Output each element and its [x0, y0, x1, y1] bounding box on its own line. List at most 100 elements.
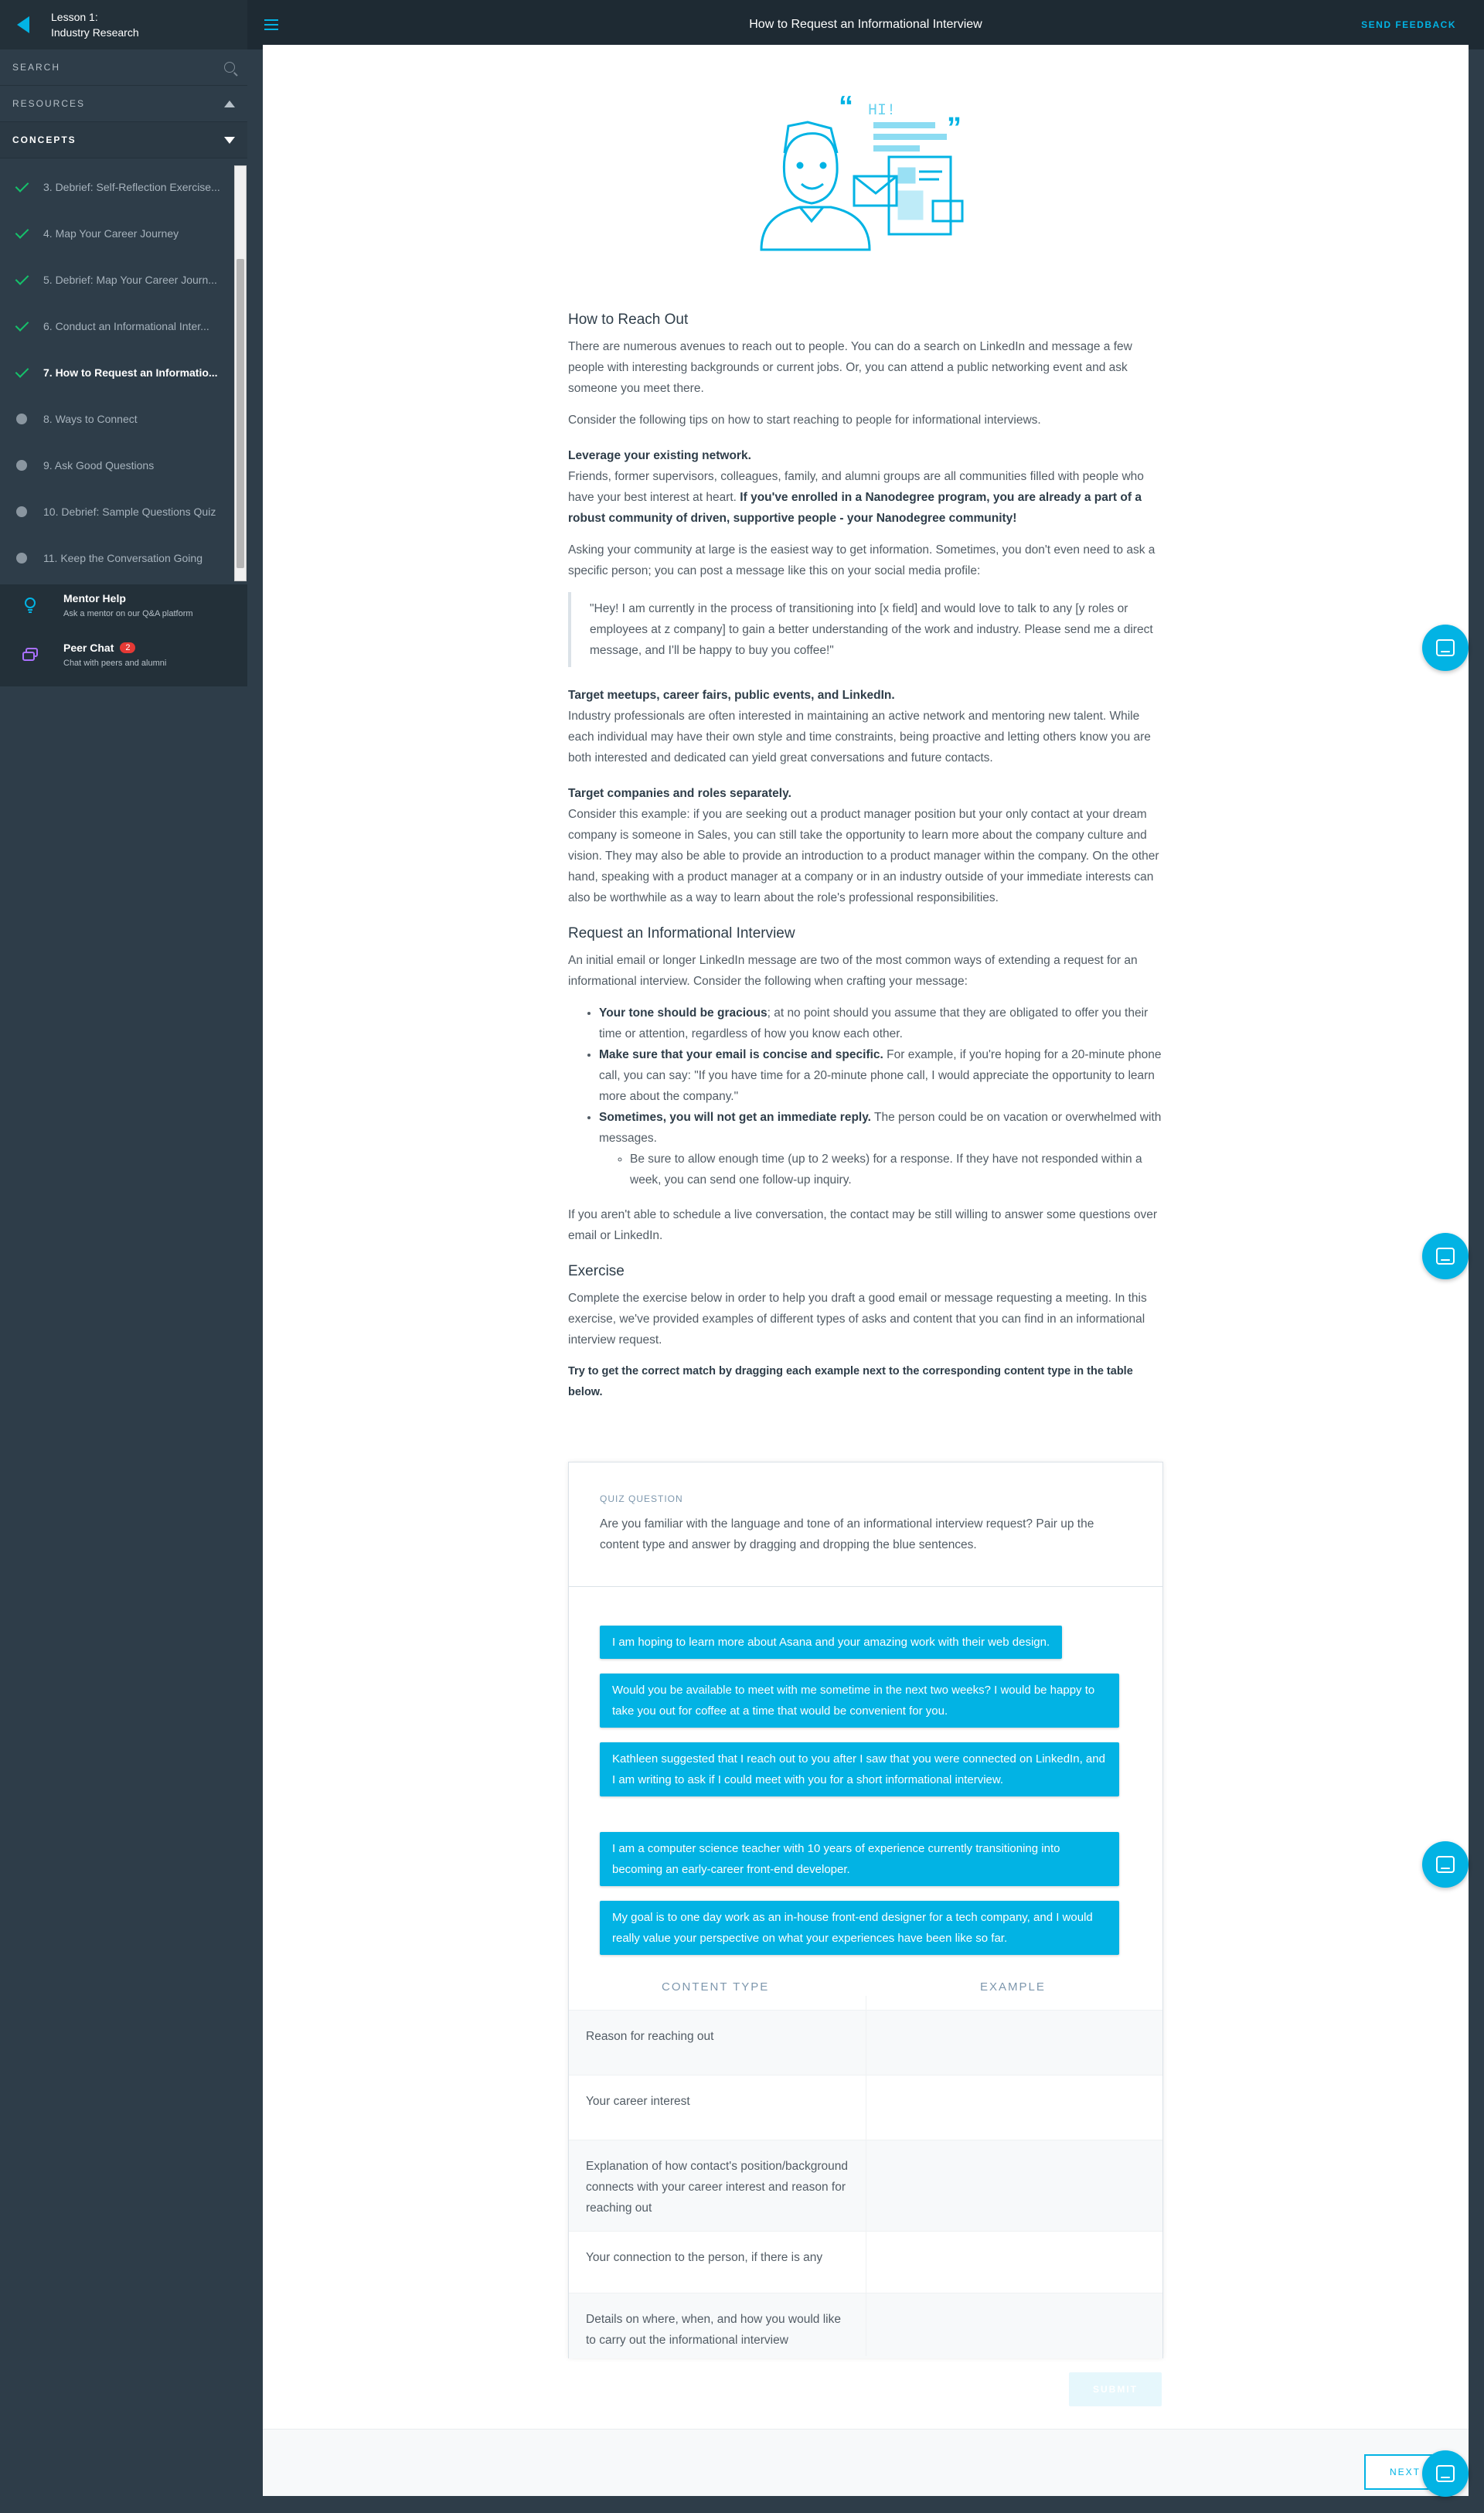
paragraph: There are numerous avenues to reach out … [568, 340, 1132, 395]
paragraph: Asking your community at large is the ea… [568, 543, 1156, 577]
expand-down-icon [224, 136, 235, 144]
concept-item[interactable]: 9. Ask Good Questions [0, 442, 247, 489]
concept-item-active[interactable]: 7. How to Request an Informatio... [0, 349, 247, 396]
sidebar: Lesson 1: Industry Research SEARCH RESOU… [0, 0, 247, 2513]
concept-item[interactable]: 6. Conduct an Informational Inter... [0, 303, 247, 349]
send-feedback-link[interactable]: SEND FEEDBACK [1361, 19, 1456, 30]
list-item: Make sure that your email is concise and… [599, 1044, 1163, 1107]
top-bar: How to Request an Informational Intervie… [247, 0, 1484, 49]
paragraph: Friends, former supervisors, colleagues,… [568, 470, 1144, 525]
paragraph: Complete the exercise below in order to … [568, 1292, 1147, 1347]
list-item: Your tone should be gracious; at no poin… [599, 1003, 1163, 1044]
content-type-cell: Your connection to the person, if there … [586, 2251, 823, 2264]
collapse-up-icon [224, 100, 235, 107]
incomplete-dot-icon [16, 506, 27, 517]
content-panel: “ HI! ” How to Reach Out There are numer… [263, 45, 1469, 2495]
draggable-answer[interactable]: My goal is to one day work as an in-hous… [600, 1901, 1119, 1955]
chat-icon [1436, 1856, 1455, 1873]
instruction: Try to get the correct match by dragging… [568, 1365, 1133, 1398]
peer-chat-title: Peer Chat 2 [63, 642, 166, 654]
subheading: Target meetups, career fairs, public eve… [568, 689, 895, 702]
unread-badge: 2 [120, 642, 136, 653]
resources-toggle[interactable]: RESOURCES [0, 86, 247, 122]
concept-item[interactable]: 4. Map Your Career Journey [0, 210, 247, 257]
column-header-content-type: CONTENT TYPE [662, 1980, 770, 1994]
footer-strip: NEXT [263, 2429, 1469, 2496]
subheading: Leverage your existing network. [568, 449, 751, 462]
mentor-help-link[interactable]: Mentor Help Ask a mentor on our Q&A plat… [0, 584, 247, 634]
page-title: How to Request an Informational Intervie… [749, 18, 982, 31]
article-body: How to Reach Out There are numerous aven… [568, 312, 1163, 1414]
concept-scrollbar[interactable] [234, 165, 247, 581]
paragraph: Industry professionals are often interes… [568, 710, 1151, 764]
content-type-cell: Explanation of how contact's position/ba… [586, 2160, 849, 2215]
incomplete-dot-icon [16, 460, 27, 471]
mentor-help-subtitle: Ask a mentor on our Q&A platform [63, 609, 193, 618]
paragraph: If you aren't able to schedule a live co… [568, 1208, 1157, 1242]
hi-bubble-text: HI! [868, 102, 896, 120]
search-row[interactable]: SEARCH [0, 49, 247, 86]
check-icon [15, 271, 29, 285]
quiz-card: QUIZ QUESTION Are you familiar with the … [568, 1462, 1163, 2358]
greeting-illustration: “ HI! ” [760, 91, 964, 251]
paragraph: Consider the following tips on how to st… [568, 414, 1041, 427]
svg-text:“: “ [839, 91, 853, 123]
draggable-answer[interactable]: I am a computer science teacher with 10 … [600, 1832, 1119, 1886]
tips-list: Your tone should be gracious; at no poin… [568, 1003, 1163, 1190]
subheading: Target companies and roles separately. [568, 787, 791, 800]
check-icon [15, 225, 29, 239]
check-icon [15, 179, 29, 192]
chat-icon [1436, 2465, 1455, 2482]
concept-item[interactable]: 8. Ways to Connect [0, 396, 247, 442]
paragraph: An initial email or longer LinkedIn mess… [568, 954, 1138, 988]
concept-item[interactable]: 10. Debrief: Sample Questions Quiz [0, 489, 247, 535]
concepts-toggle[interactable]: CONCEPTS [0, 122, 247, 158]
incomplete-dot-icon [16, 553, 27, 564]
quiz-label: QUIZ QUESTION [600, 1493, 683, 1504]
back-arrow-icon[interactable] [17, 16, 29, 33]
draggable-answer[interactable]: I am hoping to learn more about Asana an… [600, 1626, 1063, 1659]
mentor-help-title: Mentor Help [63, 592, 126, 604]
section-heading: How to Reach Out [568, 312, 689, 328]
incomplete-dot-icon [16, 414, 27, 424]
peer-chat-subtitle: Chat with peers and alumni [63, 659, 167, 668]
submit-button[interactable]: SUBMIT [1069, 2372, 1162, 2406]
chat-icon [1436, 639, 1455, 656]
section-heading: Request an Informational Interview [568, 925, 795, 942]
content-type-cell: Your career interest [586, 2095, 690, 2108]
column-header-example: EXAMPLE [980, 1980, 1046, 1994]
chat-bubbles-icon [22, 648, 38, 661]
draggable-answer[interactable]: Kathleen suggested that I reach out to y… [600, 1742, 1119, 1796]
check-icon [15, 364, 29, 378]
concepts-label: CONCEPTS [12, 135, 77, 145]
concept-list: 3. Debrief: Self-Reflection Exercise... … [0, 164, 247, 581]
chat-button[interactable] [1422, 2450, 1469, 2497]
chat-icon [1436, 1248, 1455, 1265]
quote: "Hey! I am currently in the process of t… [568, 592, 1163, 667]
list-item: Be sure to allow enough time (up to 2 we… [630, 1149, 1163, 1190]
help-area: Mentor Help Ask a mentor on our Q&A plat… [0, 584, 247, 686]
scrollbar-thumb[interactable] [237, 259, 244, 568]
lesson-header[interactable]: Lesson 1: Industry Research [0, 0, 247, 49]
concept-item[interactable]: 5. Debrief: Map Your Career Journ... [0, 257, 247, 303]
chat-button[interactable] [1422, 1233, 1469, 1279]
content-type-cell: Reason for reaching out [586, 2030, 714, 2043]
lesson-title: Lesson 1: Industry Research [51, 11, 139, 39]
concept-item[interactable]: 3. Debrief: Self-Reflection Exercise... [0, 164, 247, 210]
section-heading: Exercise [568, 1263, 625, 1279]
quiz-question: Are you familiar with the language and t… [600, 1517, 1094, 1551]
quiz-header: QUIZ QUESTION Are you familiar with the … [569, 1463, 1162, 1587]
chat-button[interactable] [1422, 625, 1469, 671]
paragraph: Consider this example: if you are seekin… [568, 808, 1159, 904]
search-icon[interactable] [224, 62, 235, 73]
resources-label: RESOURCES [12, 98, 86, 109]
chat-button[interactable] [1422, 1841, 1469, 1888]
concept-item[interactable]: 11. Keep the Conversation Going [0, 535, 247, 581]
peer-chat-link[interactable]: Peer Chat 2 Chat with peers and alumni [0, 634, 247, 683]
lightbulb-icon [25, 598, 36, 613]
check-icon [15, 318, 29, 332]
draggable-answer[interactable]: Would you be available to meet with me s… [600, 1674, 1119, 1728]
content-type-cell: Details on where, when, and how you woul… [586, 2313, 841, 2347]
list-item: Sometimes, you will not get an immediate… [599, 1107, 1163, 1190]
search-label: SEARCH [12, 62, 61, 73]
